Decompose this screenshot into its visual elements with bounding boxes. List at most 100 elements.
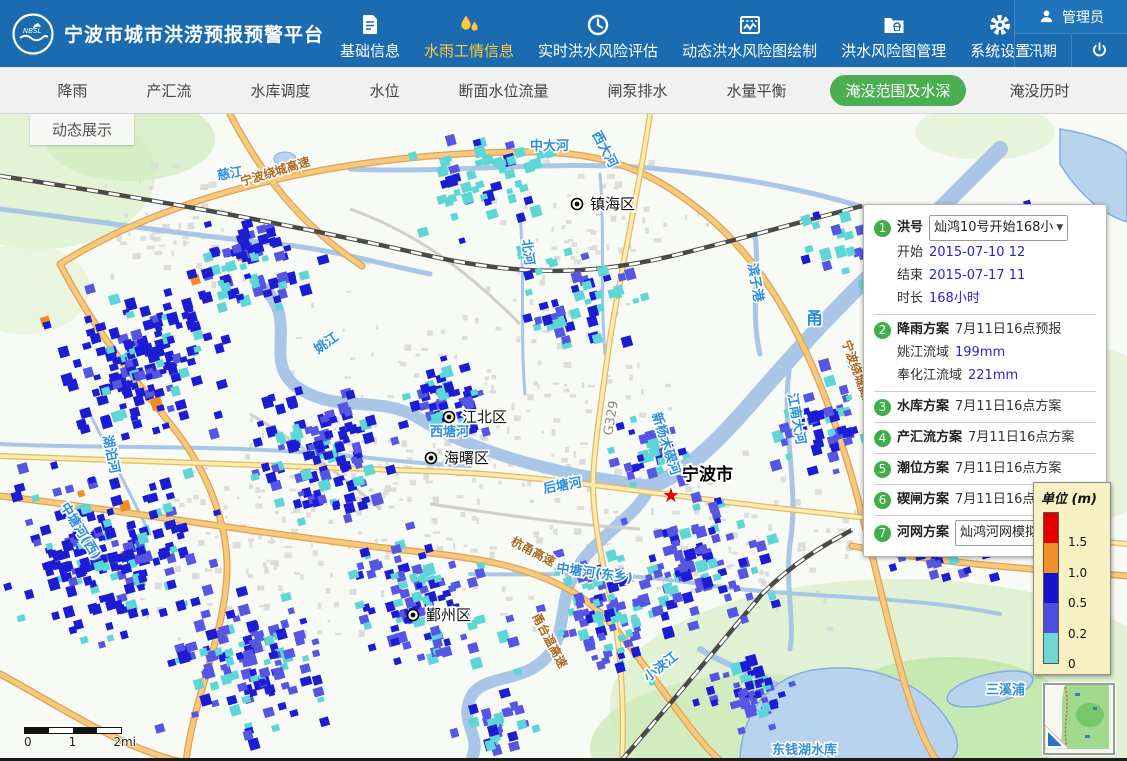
panel-section-head: 1 洪号灿鸿10号开始168小▼ xyxy=(874,215,1096,241)
logout-button[interactable] xyxy=(1072,34,1127,67)
nav-item-2[interactable]: 实时洪水风险评估 xyxy=(538,13,658,61)
scalebar-label: 1 xyxy=(69,735,77,749)
step-badge: 2 xyxy=(874,322,891,339)
tab-6[interactable]: 水量平衡 xyxy=(711,75,801,106)
panel-section-0: 1 洪号灿鸿10号开始168小▼开始2015-07-10 12结束2015-07-… xyxy=(874,211,1096,314)
step-badge: 1 xyxy=(874,220,891,237)
panel-section-head: 2 降雨方案 7月11日16点预报 xyxy=(874,319,1096,341)
panel-section-3: 4 产汇流方案 7月11日16点方案 xyxy=(874,422,1096,453)
app: NBSL 宁波市城市洪涝预报预警平台 基础信息 水雨工情信息 实时洪水风险评估 动态洪… xyxy=(0,0,1127,761)
app-logo-icon: NBSL xyxy=(12,13,54,55)
step-badge: 7 xyxy=(874,525,891,542)
section-label: 潮位方案 xyxy=(897,458,949,480)
tab-4[interactable]: 断面水位流量 xyxy=(443,75,563,106)
city-label: 宁波市 xyxy=(682,464,733,485)
map-view[interactable]: 中大河西大河慈江姚江湖泊河中塘河(西)西塘河后塘河北河滨子港甬江江南大河新杨木碶… xyxy=(0,114,1127,761)
legend-tick: 1.0 xyxy=(1068,566,1087,580)
section-value: 7月11日16点方案 xyxy=(968,427,1074,449)
section-value: 7月11日16点方案 xyxy=(955,396,1061,418)
section-label: 水库方案 xyxy=(897,396,949,418)
city-star-icon: ★ xyxy=(662,483,680,507)
nav-item-4[interactable]: 洪水风险图管理 xyxy=(841,13,946,61)
legend-title: 单位 (m) xyxy=(1041,488,1105,507)
panel-row: 结束2015-07-17 11 xyxy=(874,264,1096,287)
main-nav: 基础信息水雨工情信息实时洪水风险评估动态洪水风险图绘制洪水风险图管理系统设置 xyxy=(340,0,1014,67)
river-label: 东钱湖水库 xyxy=(772,742,837,758)
overview-minimap[interactable] xyxy=(1043,683,1115,755)
river-label: 三溪浦 xyxy=(986,682,1025,698)
district-marker-icon xyxy=(572,199,583,210)
nav-item-label: 水雨工情信息 xyxy=(424,40,514,61)
nav-item-3[interactable]: 动态洪水风险图绘制 xyxy=(682,13,817,61)
gear-icon xyxy=(988,13,1012,37)
river-label: 中大河 xyxy=(530,138,569,154)
step-badge: 5 xyxy=(874,461,891,478)
nav-item-label: 实时洪水风险评估 xyxy=(538,40,658,61)
nav-item-0[interactable]: 基础信息 xyxy=(340,13,400,61)
page-title: 宁波市城市洪涝预报预警平台 xyxy=(64,20,324,47)
panel-row: 时长168小时 xyxy=(874,287,1096,310)
scalebar-label: 2mi xyxy=(113,735,136,749)
legend-body: 1.51.00.50.20 xyxy=(1043,512,1105,664)
tab-8[interactable]: 淹没历时 xyxy=(994,75,1084,106)
chevron-down-icon: ▼ xyxy=(1056,217,1063,239)
nav-item-1[interactable]: 水雨工情信息 xyxy=(424,13,514,61)
user-box: 管理员 汛期 xyxy=(1014,0,1127,67)
chart-icon xyxy=(738,13,762,37)
svg-text:NBSL: NBSL xyxy=(23,27,41,35)
brand: NBSL 宁波市城市洪涝预报预警平台 xyxy=(0,0,340,67)
step-badge: 4 xyxy=(874,430,891,447)
legend-tick: 1.5 xyxy=(1068,535,1087,549)
user-menu[interactable]: 管理员 xyxy=(1015,0,1127,34)
section-label: 河网方案 xyxy=(897,522,949,544)
tab-5[interactable]: 闸泵排水 xyxy=(592,75,682,106)
scalebar-bar xyxy=(24,727,122,734)
header: NBSL 宁波市城市洪涝预报预警平台 基础信息 水雨工情信息 实时洪水风险评估 动态洪… xyxy=(0,0,1127,67)
legend-color-bar xyxy=(1043,512,1059,664)
panel-section-head: 5 潮位方案 7月11日16点方案 xyxy=(874,458,1096,480)
sub-nav: 降雨产汇流水库调度水位断面水位流量闸泵排水水量平衡淹没范围及水深淹没历时 xyxy=(0,67,1127,114)
section-value: 7月11日16点预报 xyxy=(955,319,1061,341)
tab-3[interactable]: 水位 xyxy=(354,75,414,106)
flood-number-select[interactable]: 灿鸿10号开始168小▼ xyxy=(929,215,1068,241)
district-label: 鄞州区 xyxy=(426,606,471,624)
section-label: 降雨方案 xyxy=(897,319,949,341)
user-bottom: 汛期 xyxy=(1015,34,1127,67)
panel-row: 姚江流域199mm xyxy=(874,341,1096,364)
river-big-label: 甬 xyxy=(806,309,823,329)
step-badge: 6 xyxy=(874,492,891,509)
nav-item-label: 基础信息 xyxy=(340,40,400,61)
season-button[interactable]: 汛期 xyxy=(1015,34,1072,67)
panel-row: 开始2015-07-10 12 xyxy=(874,241,1096,264)
panel-row: 奉化江流域221mm xyxy=(874,364,1096,387)
district-marker-icon xyxy=(408,610,419,621)
document-icon xyxy=(358,13,382,37)
tab-0[interactable]: 降雨 xyxy=(42,75,102,106)
nav-item-label: 动态洪水风险图绘制 xyxy=(682,40,817,61)
clock-icon xyxy=(586,13,610,37)
scalebar-labels: 012mi xyxy=(24,735,136,749)
district-marker-icon xyxy=(444,412,455,423)
tab-1[interactable]: 产汇流 xyxy=(131,75,206,106)
panel-section-head: 4 产汇流方案 7月11日16点方案 xyxy=(874,427,1096,449)
tab-2[interactable]: 水库调度 xyxy=(235,75,325,106)
dynamic-display-button[interactable]: 动态展示 xyxy=(30,114,134,145)
district-label: 江北区 xyxy=(462,408,507,426)
nav-item-label: 洪水风险图管理 xyxy=(841,40,946,61)
step-badge: 3 xyxy=(874,399,891,416)
panel-section-2: 3 水库方案 7月11日16点方案 xyxy=(874,391,1096,422)
scalebar: 012mi xyxy=(24,727,136,749)
panel-section-4: 5 潮位方案 7月11日16点方案 xyxy=(874,453,1096,484)
legend-tick: 0.2 xyxy=(1068,627,1087,641)
section-label: 产汇流方案 xyxy=(897,427,962,449)
legend-tick: 0 xyxy=(1068,657,1076,671)
tab-7[interactable]: 淹没范围及水深 xyxy=(830,75,965,106)
section-label: 洪号 xyxy=(897,217,923,239)
legend-tick: 0.5 xyxy=(1068,596,1087,610)
district-label: 镇海区 xyxy=(590,195,635,213)
section-label: 碶闸方案 xyxy=(897,489,949,511)
panel-section-1: 2 降雨方案 7月11日16点预报姚江流域199mm奉化江流域221mm xyxy=(874,314,1096,391)
raindrops-icon xyxy=(457,13,481,37)
power-icon xyxy=(1090,41,1109,60)
section-value: 7月11日16点方案 xyxy=(955,458,1061,480)
